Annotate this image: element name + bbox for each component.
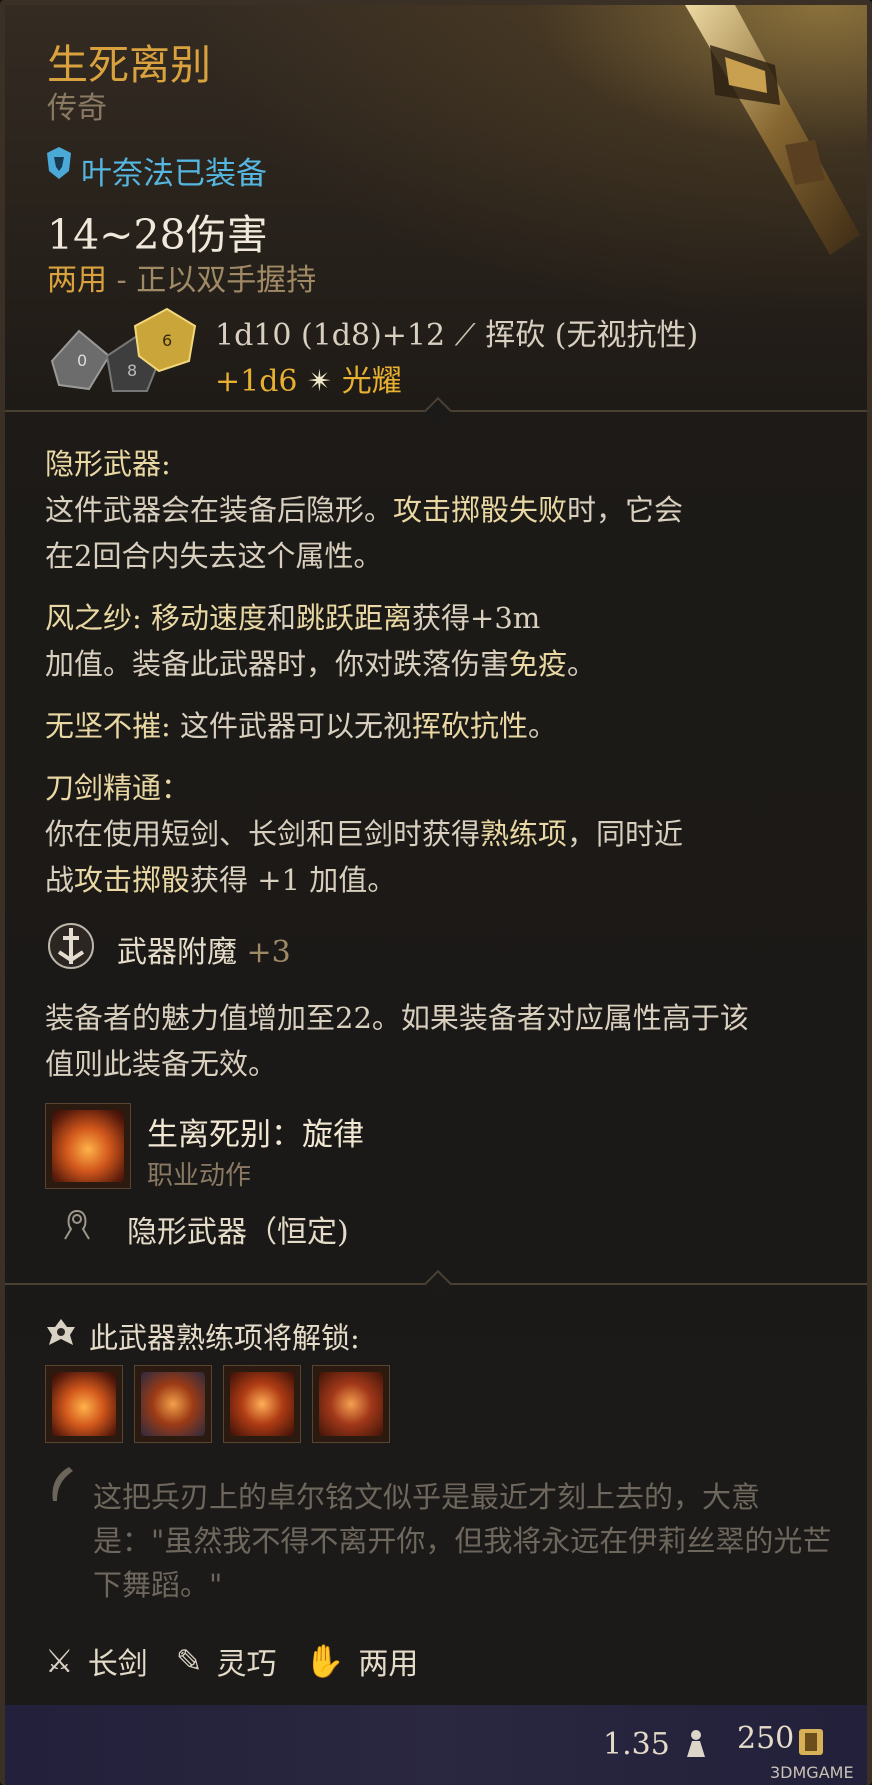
text: 。 <box>528 709 558 743</box>
sword-illustration <box>685 5 860 255</box>
radiant-icon: ✴ <box>307 364 333 399</box>
passive-name[interactable]: 隐形武器（恒定) <box>127 1207 349 1251</box>
skill-icon <box>141 1372 205 1436</box>
property-name: 隐形武器: <box>45 447 171 481</box>
hand-icon: ✋ <box>304 1642 345 1680</box>
property-line: 加值。装备此武器时，你对跌落伤害免疫。 <box>45 641 845 687</box>
bonus-dice-line: +1d6 ✴ 光耀 <box>215 356 402 400</box>
svg-text:6: 6 <box>162 331 172 350</box>
slash-icon: ⟋ <box>454 318 476 353</box>
divider-notch <box>423 1269 453 1299</box>
text: 这件武器会在装备后隐形。 <box>45 493 394 527</box>
keyword[interactable]: 跳跃距离 <box>296 601 412 635</box>
coin-icon <box>799 1729 823 1755</box>
text: 获得+3m <box>412 601 541 635</box>
passive-icon <box>64 1210 90 1240</box>
property-desc: 在2回合内失去这个属性。 <box>45 539 383 573</box>
handedness-sub: - 正以双手握持 <box>107 263 317 298</box>
svg-text:8: 8 <box>127 361 137 380</box>
tag-longsword[interactable]: 长剑 <box>88 1639 148 1683</box>
weight-icon <box>687 1730 705 1757</box>
keyword[interactable]: 挥砍 <box>412 709 470 743</box>
tag-finesse[interactable]: 灵巧 <box>217 1639 277 1683</box>
property-name: 刀剑精通： <box>45 771 191 805</box>
action-name[interactable]: 生离死别：旋律 <box>147 1109 364 1154</box>
skill-icon <box>319 1372 383 1436</box>
keyword[interactable]: 免疫 <box>509 647 567 681</box>
bonus-type: 光耀 <box>341 364 402 399</box>
text: 战 <box>45 863 75 897</box>
proficiency-skill-1[interactable] <box>45 1365 123 1443</box>
weight-value: 1.35 <box>603 1727 670 1762</box>
property-blade-mastery: 刀剑精通： 你在使用短剑、长剑和巨剑时获得熟练项，同时近 战攻击掷骰获得 +1 … <box>45 765 845 903</box>
item-name: 生死离别 <box>47 41 211 89</box>
property-name: 风之纱: <box>45 601 151 635</box>
keyword[interactable]: 攻击掷骰失败 <box>393 493 567 527</box>
property-unbreakable: 无坚不摧: 这件武器可以无视挥砍抗性。 <box>45 703 845 749</box>
proficiency-icon <box>47 1319 75 1345</box>
property-name: 无坚不摧: <box>45 709 180 743</box>
skill-icon <box>52 1372 116 1436</box>
proficiency-skill-2[interactable] <box>134 1365 212 1443</box>
property-wind-veil: 风之纱: 移动速度和跳跃距离获得+3m 加值。装备此武器时，你对跌落伤害免疫。 <box>45 595 845 687</box>
item-rarity: 传奇 <box>47 91 107 126</box>
property-line: 你在使用短剑、长剑和巨剑时获得熟练项，同时近 <box>45 811 845 857</box>
item-tooltip: 生死离别 传奇 叶奈法已装备 14~28伤害 两用 - 正以双手握持 0 8 6… <box>0 0 872 1785</box>
damage-type: 挥砍 (无视抗性) <box>485 318 699 353</box>
keyword[interactable]: 抗性 <box>470 709 528 743</box>
finesse-icon: ✎ <box>175 1642 203 1680</box>
dice-icon: 0 8 6 <box>50 307 197 392</box>
enchant-label: 武器附魔 <box>117 935 237 970</box>
text: ，同时近 <box>567 817 684 851</box>
charisma-desc: 装备者的魅力值增加至22。如果装备者对应属性高于该 值则此装备无效。 <box>45 995 845 1087</box>
tooltip-footer: 1.35 250 3DMGAME <box>5 1705 867 1785</box>
skill-icon <box>230 1372 294 1436</box>
property-line: 风之纱: 移动速度和跳跃距离获得+3m <box>45 595 845 641</box>
text: 加值。装备此武器时，你对跌落伤害 <box>45 647 510 681</box>
enchant-icon <box>48 923 94 969</box>
text: 值则此装备无效。 <box>45 1047 278 1081</box>
text: 和 <box>267 601 297 635</box>
watermark: 3DMGAME <box>770 1763 854 1782</box>
enchant-line: 武器附魔 +3 <box>117 927 291 971</box>
longsword-icon: ⚔ <box>45 1642 74 1680</box>
property-desc: 这件武器会在装备后隐形。攻击掷骰失败时，它会 <box>45 487 845 533</box>
price-value: 250 <box>737 1721 795 1756</box>
action-icon-glow <box>52 1110 124 1182</box>
text: 这件武器可以无视 <box>180 709 413 743</box>
damage-range: 14~28伤害 <box>47 211 268 259</box>
property-line: 战攻击掷骰获得 +1 加值。 <box>45 857 845 903</box>
tag-versatile[interactable]: 两用 <box>358 1639 418 1683</box>
proficiency-label: 此武器熟练项将解锁: <box>89 1321 360 1355</box>
damage-dice-line: 1d10 (1d8)+12 ⟋ 挥砍 (无视抗性) <box>215 310 698 354</box>
property-invisible-weapon: 隐形武器: 这件武器会在装备后隐形。攻击掷骰失败时，它会 在2回合内失去这个属性… <box>45 441 845 579</box>
proficiency-skill-3[interactable] <box>223 1365 301 1443</box>
handedness-main: 两用 <box>47 263 107 298</box>
bonus-dice: +1d6 <box>215 364 298 399</box>
action-icon[interactable] <box>45 1103 131 1189</box>
equipped-by: 叶奈法已装备 <box>81 156 267 192</box>
text: 装备者的魅力值增加至22。如果装备者对应属性高于该 <box>45 1001 749 1035</box>
quill-icon <box>52 1467 73 1501</box>
weapon-tags: ⚔ 长剑 ✎ 灵巧 ✋ 两用 <box>45 1639 418 1683</box>
text: 时，它会 <box>567 493 684 527</box>
damage-dice: 1d10 (1d8)+12 <box>215 318 446 353</box>
svg-text:0: 0 <box>77 351 87 370</box>
text: 你在使用短剑、长剑和巨剑时获得 <box>45 817 481 851</box>
handedness: 两用 - 正以双手握持 <box>47 255 316 299</box>
keyword[interactable]: 熟练项 <box>480 817 567 851</box>
text: 获得 +1 加值。 <box>190 863 397 897</box>
proficiency-skill-4[interactable] <box>312 1365 390 1443</box>
section-divider <box>5 1269 867 1299</box>
enchant-value: +3 <box>246 935 291 970</box>
lore-text: 这把兵刃上的卓尔铭文似乎是最近才刻上去的，大意是："虽然我不得不离开你，但我将永… <box>93 1480 832 1602</box>
section-divider <box>5 396 867 426</box>
action-type: 职业动作 <box>147 1161 252 1191</box>
text: 。 <box>567 647 597 681</box>
keyword[interactable]: 攻击掷骰 <box>74 863 190 897</box>
keyword[interactable]: 移动速度 <box>151 601 267 635</box>
helmet-icon <box>47 147 71 179</box>
